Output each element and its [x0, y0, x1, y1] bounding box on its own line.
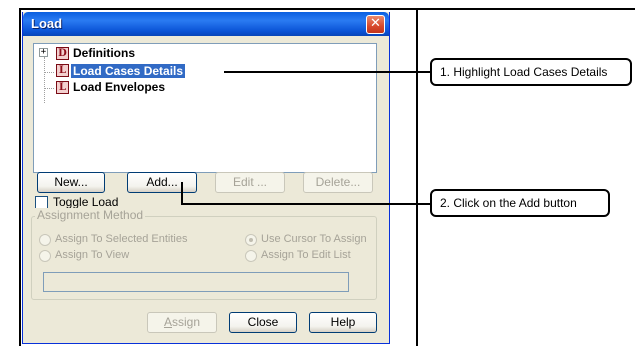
- tree-connector: [44, 57, 45, 103]
- frame-top-line: [19, 8, 635, 10]
- definitions-icon: D: [56, 47, 69, 60]
- assign-view-radio[interactable]: [39, 250, 51, 262]
- load-envelope-icon: L: [56, 81, 69, 94]
- assign-view-label: Assign To View: [55, 249, 130, 261]
- assignment-text-field[interactable]: [43, 272, 349, 292]
- callout-step-1: 1. Highlight Load Cases Details: [430, 58, 632, 86]
- title-bar: Load ✕: [23, 12, 389, 36]
- assign-edit-list-radio[interactable]: [245, 250, 257, 262]
- tree-connector: [44, 88, 54, 89]
- assign-button[interactable]: Assign: [147, 312, 217, 333]
- close-icon: ✕: [370, 16, 381, 31]
- callout-step-2: 2. Click on the Add button: [430, 189, 610, 217]
- load-tree-view[interactable]: + D Definitions L Load Cases Details L L…: [33, 43, 377, 173]
- callout1-connector: [224, 71, 431, 73]
- use-cursor-radio[interactable]: [245, 234, 257, 246]
- assign-selected-radio[interactable]: [39, 234, 51, 246]
- toggle-load-label: Toggle Load: [53, 195, 119, 209]
- use-cursor-label: Use Cursor To Assign: [261, 233, 367, 245]
- tree-item-load-cases-details[interactable]: Load Cases Details: [71, 64, 186, 78]
- assign-button-label: ssign: [172, 315, 201, 329]
- delete-button[interactable]: Delete...: [303, 172, 373, 193]
- assignment-method-legend: Assignment Method: [35, 208, 146, 222]
- assign-selected-label: Assign To Selected Entities: [55, 233, 188, 245]
- expand-icon[interactable]: +: [39, 48, 48, 57]
- callout2-connector-vertical: [181, 182, 183, 204]
- load-case-icon: L: [56, 64, 69, 77]
- callout2-connector-horizontal: [181, 203, 431, 205]
- dialog-title: Load: [31, 16, 63, 31]
- tree-item-load-envelopes[interactable]: Load Envelopes: [71, 80, 167, 94]
- assign-button-mnemonic: A: [163, 315, 172, 329]
- close-button[interactable]: Close: [229, 312, 297, 333]
- frame-right-line: [416, 8, 418, 346]
- edit-button[interactable]: Edit ...: [215, 172, 285, 193]
- new-button[interactable]: New...: [37, 172, 105, 193]
- close-window-button[interactable]: ✕: [366, 15, 385, 34]
- frame-left-line: [19, 8, 21, 346]
- tree-item-definitions[interactable]: Definitions: [71, 46, 137, 60]
- tree-connector: [44, 72, 54, 73]
- add-button[interactable]: Add...: [127, 172, 197, 193]
- help-button[interactable]: Help: [309, 312, 377, 333]
- load-dialog: Load ✕ + D Definitions L Load Cases Deta…: [22, 12, 390, 344]
- assign-edit-list-label: Assign To Edit List: [261, 249, 351, 261]
